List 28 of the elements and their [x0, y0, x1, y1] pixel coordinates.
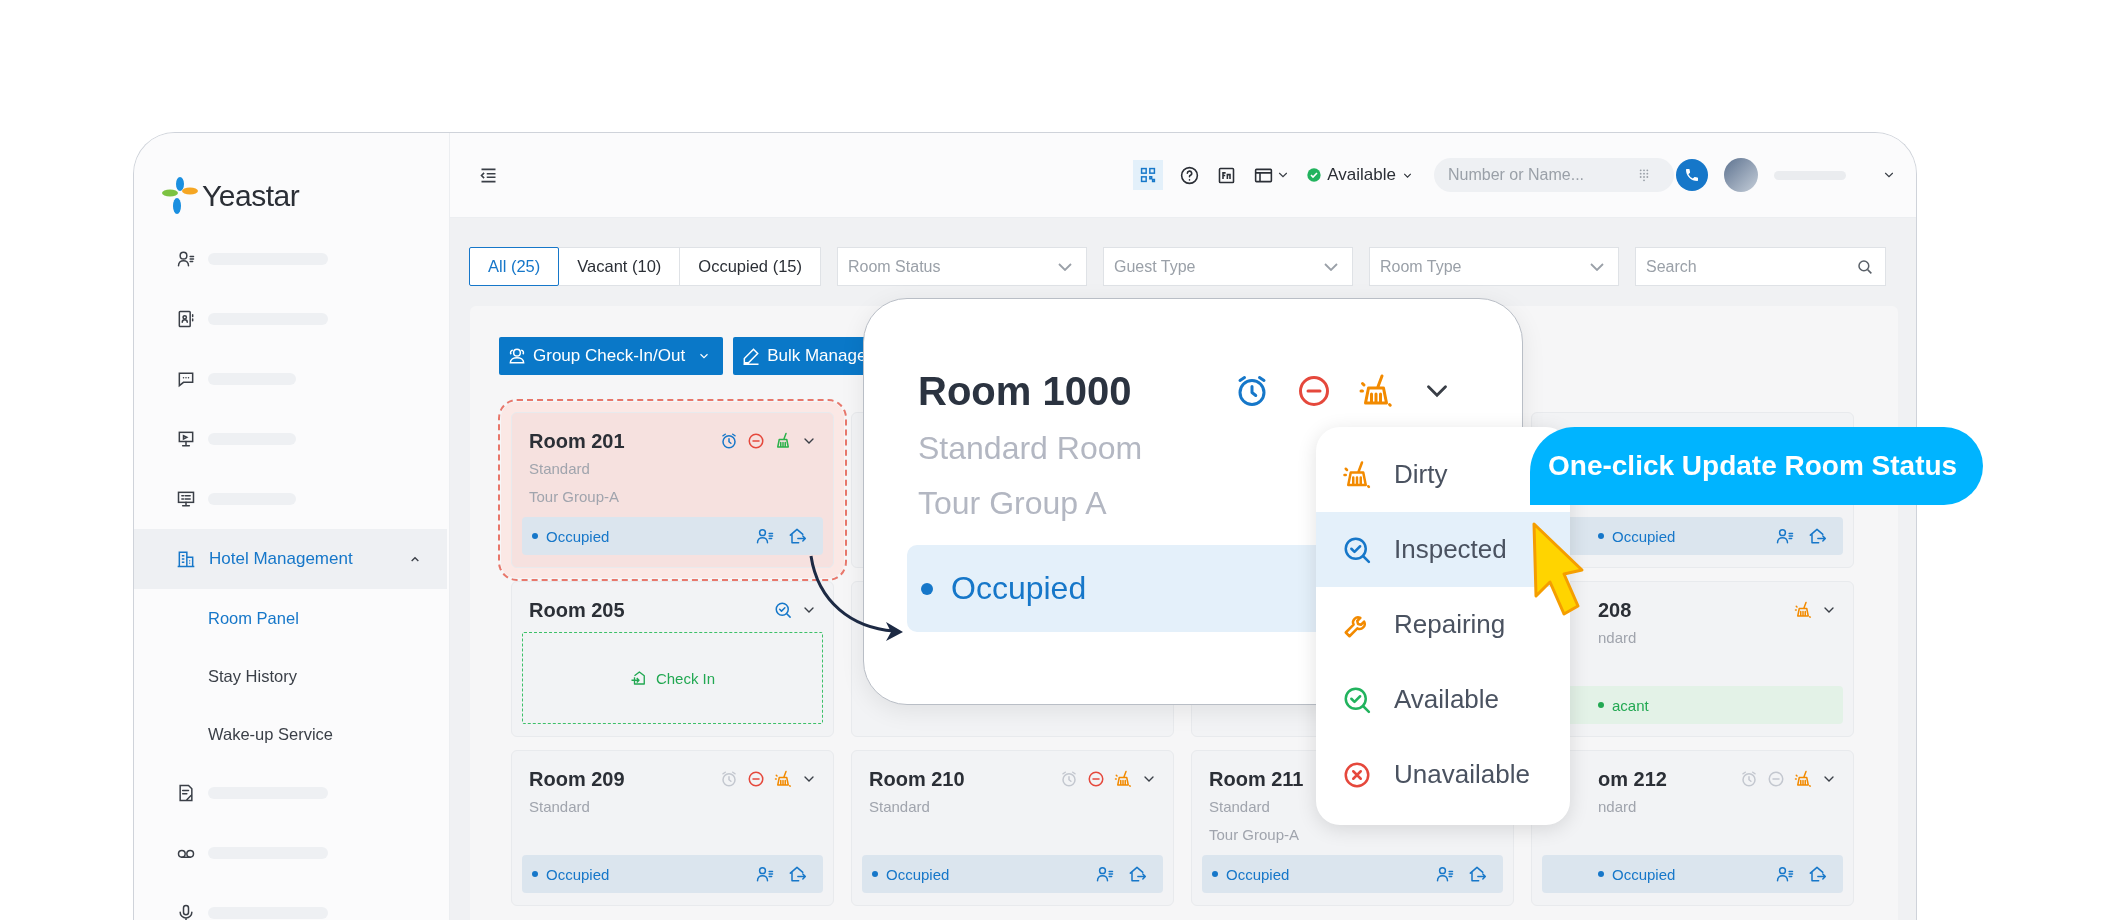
room-title: Room 201 [529, 429, 625, 453]
status-label: Occupied [1612, 865, 1677, 883]
status-label: Occupied [951, 570, 1087, 607]
room-type: ndard [1597, 797, 1638, 817]
status-label: Occupied [1612, 527, 1677, 545]
status-label: Occupied [1226, 865, 1291, 883]
status-label: Occupied [546, 527, 611, 545]
status-label: Occupied [886, 865, 951, 883]
room-title: Room 1000 [918, 368, 1132, 414]
room-title: Room 211 [1209, 767, 1304, 791]
status-label: Occupied [546, 865, 611, 883]
status-label: acant [1612, 696, 1650, 714]
room-type: Standard [868, 797, 931, 817]
callout-tooltip: One-click Update Room Status [1530, 427, 1984, 505]
room-title: 208 [1598, 598, 1632, 622]
room-title: Room 209 [529, 767, 625, 791]
brand-name: Yeastar [202, 179, 300, 213]
room-title: Room 205 [529, 598, 625, 622]
room-title: om 212 [1598, 767, 1667, 791]
room-title: Room 210 [869, 767, 965, 791]
room-type: ndard [1597, 628, 1638, 648]
guest-group: Tour Group-A [1202, 821, 1503, 849]
room-type: Standard [528, 797, 591, 817]
guest-group: Tour Group A [918, 476, 1107, 531]
room-type: Standard [528, 459, 591, 479]
room-type: Standard Room [918, 429, 1143, 468]
guest-group: Tour Group-A [522, 483, 823, 511]
room-type: Standard [1208, 797, 1271, 817]
